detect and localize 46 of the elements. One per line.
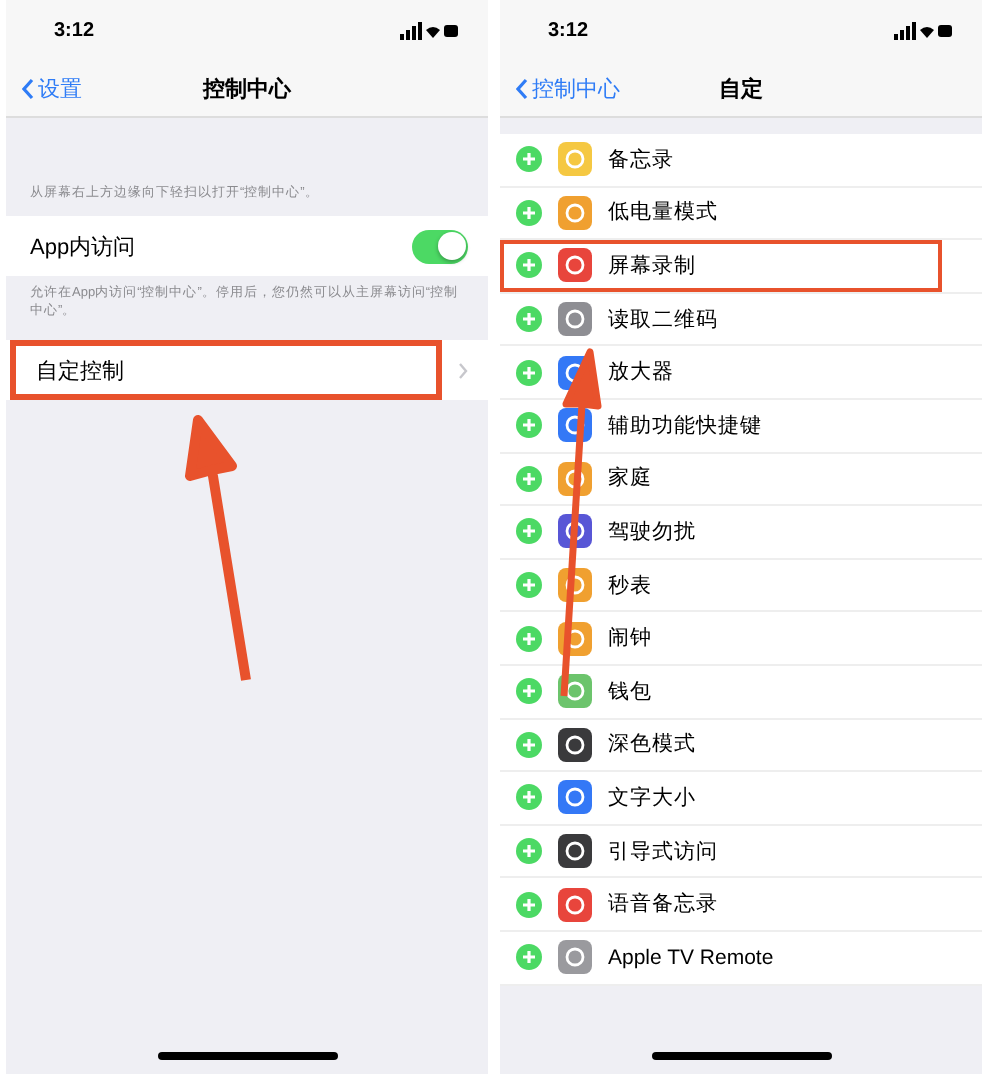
- add-icon[interactable]: [516, 146, 542, 173]
- row-label: App内访问: [30, 233, 136, 261]
- add-icon[interactable]: [516, 891, 542, 918]
- back-button[interactable]: 设置: [6, 73, 82, 103]
- back-button[interactable]: 控制中心: [500, 73, 620, 103]
- control-label: 语音备忘录: [608, 890, 718, 919]
- add-icon[interactable]: [516, 944, 542, 971]
- control-label: 文字大小: [608, 783, 696, 812]
- control-label: 驾驶勿扰: [608, 517, 696, 546]
- control-label: 秒表: [608, 571, 652, 600]
- screen-title: 控制中心: [203, 75, 291, 103]
- add-icon[interactable]: [516, 518, 542, 545]
- control-label: 深色模式: [608, 730, 696, 759]
- control-label: 屏幕录制: [608, 251, 696, 280]
- add-icon[interactable]: [516, 572, 542, 599]
- add-icon[interactable]: [516, 359, 542, 386]
- status-time: 3:12: [548, 19, 589, 41]
- control-label: Apple TV Remote: [608, 945, 774, 970]
- control-label: 辅助功能快捷键: [608, 411, 762, 440]
- screen-title: 自定: [719, 75, 763, 103]
- add-icon[interactable]: [516, 838, 542, 865]
- add-icon[interactable]: [516, 625, 542, 652]
- add-icon[interactable]: [516, 306, 542, 333]
- control-label: 引导式访问: [608, 837, 718, 866]
- control-label: 家庭: [608, 464, 652, 493]
- control-label: 读取二维码: [608, 305, 718, 334]
- control-label: 闹钟: [608, 624, 652, 653]
- control-label: 放大器: [608, 358, 674, 387]
- chevron-left-icon: [516, 77, 528, 99]
- toggle-switch[interactable]: [412, 229, 468, 263]
- add-icon[interactable]: [516, 465, 542, 492]
- status-time: 3:12: [54, 19, 95, 41]
- add-icon[interactable]: [516, 252, 542, 279]
- row-label[interactable]: 自定控制: [36, 355, 124, 386]
- control-label: 钱包: [608, 677, 652, 706]
- add-icon[interactable]: [516, 678, 542, 705]
- control-label: 备忘录: [608, 145, 674, 174]
- add-icon[interactable]: [516, 199, 542, 226]
- add-icon[interactable]: [516, 731, 542, 758]
- add-icon[interactable]: [516, 784, 542, 811]
- chevron-right-icon: [458, 361, 468, 380]
- status-icons: [894, 21, 954, 39]
- chevron-left-icon: [22, 77, 34, 99]
- status-icons: [400, 21, 460, 39]
- add-icon[interactable]: [516, 412, 542, 439]
- control-label: 低电量模式: [608, 198, 718, 227]
